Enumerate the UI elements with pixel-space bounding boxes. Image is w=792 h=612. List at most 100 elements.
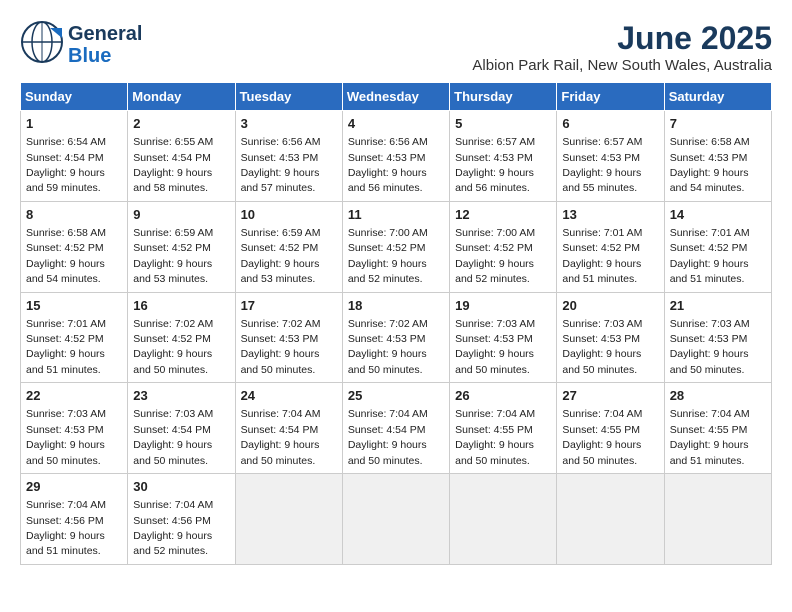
- day-info: Sunrise: 7:04 AMSunset: 4:55 PMDaylight:…: [562, 408, 642, 466]
- day-number: 24: [241, 387, 337, 405]
- table-row: 1 Sunrise: 6:54 AMSunset: 4:54 PMDayligh…: [21, 111, 128, 202]
- table-row: 6 Sunrise: 6:57 AMSunset: 4:53 PMDayligh…: [557, 111, 664, 202]
- table-row: 26 Sunrise: 7:04 AMSunset: 4:55 PMDaylig…: [450, 383, 557, 474]
- day-number: 9: [133, 206, 229, 224]
- day-number: 14: [670, 206, 766, 224]
- page-header: General Blue June 2025 Albion Park Rail,…: [20, 20, 772, 74]
- page-title: June 2025: [472, 20, 772, 57]
- day-info: Sunrise: 6:59 AMSunset: 4:52 PMDaylight:…: [241, 227, 321, 285]
- day-info: Sunrise: 7:04 AMSunset: 4:56 PMDaylight:…: [133, 499, 213, 557]
- day-info: Sunrise: 7:03 AMSunset: 4:53 PMDaylight:…: [562, 318, 642, 376]
- day-number: 27: [562, 387, 658, 405]
- page-subtitle: Albion Park Rail, New South Wales, Austr…: [472, 57, 772, 74]
- table-row: [557, 474, 664, 565]
- day-number: 21: [670, 297, 766, 315]
- day-number: 16: [133, 297, 229, 315]
- day-info: Sunrise: 6:54 AMSunset: 4:54 PMDaylight:…: [26, 136, 106, 194]
- day-number: 3: [241, 115, 337, 133]
- header-monday: Monday: [128, 83, 235, 111]
- day-info: Sunrise: 7:01 AMSunset: 4:52 PMDaylight:…: [562, 227, 642, 285]
- table-row: 27 Sunrise: 7:04 AMSunset: 4:55 PMDaylig…: [557, 383, 664, 474]
- day-info: Sunrise: 7:04 AMSunset: 4:54 PMDaylight:…: [348, 408, 428, 466]
- day-info: Sunrise: 6:58 AMSunset: 4:52 PMDaylight:…: [26, 227, 106, 285]
- day-info: Sunrise: 7:03 AMSunset: 4:54 PMDaylight:…: [133, 408, 213, 466]
- day-info: Sunrise: 7:01 AMSunset: 4:52 PMDaylight:…: [670, 227, 750, 285]
- table-row: 3 Sunrise: 6:56 AMSunset: 4:53 PMDayligh…: [235, 111, 342, 202]
- table-row: 13 Sunrise: 7:01 AMSunset: 4:52 PMDaylig…: [557, 201, 664, 292]
- globe-icon: [20, 20, 64, 64]
- calendar-week-3: 15 Sunrise: 7:01 AMSunset: 4:52 PMDaylig…: [21, 292, 772, 383]
- table-row: 25 Sunrise: 7:04 AMSunset: 4:54 PMDaylig…: [342, 383, 449, 474]
- table-row: 19 Sunrise: 7:03 AMSunset: 4:53 PMDaylig…: [450, 292, 557, 383]
- day-number: 30: [133, 478, 229, 496]
- table-row: 4 Sunrise: 6:56 AMSunset: 4:53 PMDayligh…: [342, 111, 449, 202]
- logo-text: General Blue: [68, 23, 142, 67]
- day-number: 13: [562, 206, 658, 224]
- table-row: 8 Sunrise: 6:58 AMSunset: 4:52 PMDayligh…: [21, 201, 128, 292]
- table-row: 16 Sunrise: 7:02 AMSunset: 4:52 PMDaylig…: [128, 292, 235, 383]
- day-info: Sunrise: 6:55 AMSunset: 4:54 PMDaylight:…: [133, 136, 213, 194]
- day-info: Sunrise: 7:04 AMSunset: 4:54 PMDaylight:…: [241, 408, 321, 466]
- calendar-week-5: 29 Sunrise: 7:04 AMSunset: 4:56 PMDaylig…: [21, 474, 772, 565]
- header-thursday: Thursday: [450, 83, 557, 111]
- day-info: Sunrise: 6:56 AMSunset: 4:53 PMDaylight:…: [241, 136, 321, 194]
- day-info: Sunrise: 7:02 AMSunset: 4:53 PMDaylight:…: [241, 318, 321, 376]
- table-row: 5 Sunrise: 6:57 AMSunset: 4:53 PMDayligh…: [450, 111, 557, 202]
- day-info: Sunrise: 6:56 AMSunset: 4:53 PMDaylight:…: [348, 136, 428, 194]
- day-number: 28: [670, 387, 766, 405]
- table-row: 2 Sunrise: 6:55 AMSunset: 4:54 PMDayligh…: [128, 111, 235, 202]
- table-row: 7 Sunrise: 6:58 AMSunset: 4:53 PMDayligh…: [664, 111, 771, 202]
- day-number: 4: [348, 115, 444, 133]
- table-row: [450, 474, 557, 565]
- day-info: Sunrise: 7:00 AMSunset: 4:52 PMDaylight:…: [455, 227, 535, 285]
- table-row: 17 Sunrise: 7:02 AMSunset: 4:53 PMDaylig…: [235, 292, 342, 383]
- calendar-week-4: 22 Sunrise: 7:03 AMSunset: 4:53 PMDaylig…: [21, 383, 772, 474]
- logo: General Blue: [20, 20, 142, 69]
- day-number: 10: [241, 206, 337, 224]
- day-number: 18: [348, 297, 444, 315]
- calendar-week-2: 8 Sunrise: 6:58 AMSunset: 4:52 PMDayligh…: [21, 201, 772, 292]
- day-info: Sunrise: 7:04 AMSunset: 4:56 PMDaylight:…: [26, 499, 106, 557]
- table-row: 10 Sunrise: 6:59 AMSunset: 4:52 PMDaylig…: [235, 201, 342, 292]
- table-row: 24 Sunrise: 7:04 AMSunset: 4:54 PMDaylig…: [235, 383, 342, 474]
- header-wednesday: Wednesday: [342, 83, 449, 111]
- table-row: 30 Sunrise: 7:04 AMSunset: 4:56 PMDaylig…: [128, 474, 235, 565]
- table-row: [235, 474, 342, 565]
- day-number: 8: [26, 206, 122, 224]
- header-sunday: Sunday: [21, 83, 128, 111]
- day-number: 6: [562, 115, 658, 133]
- table-row: 12 Sunrise: 7:00 AMSunset: 4:52 PMDaylig…: [450, 201, 557, 292]
- header-tuesday: Tuesday: [235, 83, 342, 111]
- day-number: 7: [670, 115, 766, 133]
- day-number: 5: [455, 115, 551, 133]
- day-info: Sunrise: 6:58 AMSunset: 4:53 PMDaylight:…: [670, 136, 750, 194]
- day-number: 26: [455, 387, 551, 405]
- title-area: June 2025 Albion Park Rail, New South Wa…: [472, 20, 772, 74]
- day-number: 25: [348, 387, 444, 405]
- table-row: 29 Sunrise: 7:04 AMSunset: 4:56 PMDaylig…: [21, 474, 128, 565]
- day-info: Sunrise: 7:03 AMSunset: 4:53 PMDaylight:…: [670, 318, 750, 376]
- day-info: Sunrise: 7:03 AMSunset: 4:53 PMDaylight:…: [455, 318, 535, 376]
- table-row: 14 Sunrise: 7:01 AMSunset: 4:52 PMDaylig…: [664, 201, 771, 292]
- day-info: Sunrise: 6:57 AMSunset: 4:53 PMDaylight:…: [562, 136, 642, 194]
- day-info: Sunrise: 6:59 AMSunset: 4:52 PMDaylight:…: [133, 227, 213, 285]
- table-row: 20 Sunrise: 7:03 AMSunset: 4:53 PMDaylig…: [557, 292, 664, 383]
- table-row: 22 Sunrise: 7:03 AMSunset: 4:53 PMDaylig…: [21, 383, 128, 474]
- day-info: Sunrise: 7:04 AMSunset: 4:55 PMDaylight:…: [455, 408, 535, 466]
- header-friday: Friday: [557, 83, 664, 111]
- day-number: 19: [455, 297, 551, 315]
- calendar-table: Sunday Monday Tuesday Wednesday Thursday…: [20, 82, 772, 565]
- table-row: 21 Sunrise: 7:03 AMSunset: 4:53 PMDaylig…: [664, 292, 771, 383]
- table-row: 18 Sunrise: 7:02 AMSunset: 4:53 PMDaylig…: [342, 292, 449, 383]
- header-saturday: Saturday: [664, 83, 771, 111]
- logo-content: General Blue: [20, 20, 142, 69]
- day-number: 11: [348, 206, 444, 224]
- table-row: 9 Sunrise: 6:59 AMSunset: 4:52 PMDayligh…: [128, 201, 235, 292]
- day-info: Sunrise: 6:57 AMSunset: 4:53 PMDaylight:…: [455, 136, 535, 194]
- table-row: [342, 474, 449, 565]
- day-number: 15: [26, 297, 122, 315]
- day-info: Sunrise: 7:04 AMSunset: 4:55 PMDaylight:…: [670, 408, 750, 466]
- day-info: Sunrise: 7:03 AMSunset: 4:53 PMDaylight:…: [26, 408, 106, 466]
- day-number: 20: [562, 297, 658, 315]
- day-number: 1: [26, 115, 122, 133]
